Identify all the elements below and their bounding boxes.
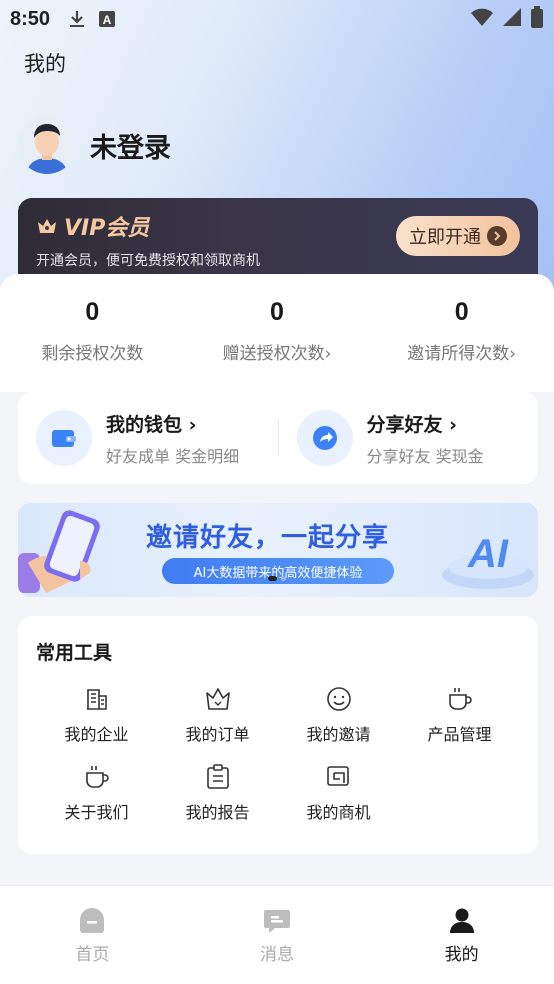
tab-label: 首页 (75, 945, 110, 965)
battery-icon (530, 5, 544, 33)
common-tools-card: 常用工具 我的企业 我的订单 我的邀请 产品管理 关于我们 我的报告 我的商机 (18, 616, 538, 854)
tool-my-opportunities[interactable]: 我的商机 (278, 763, 399, 823)
stat-label: 剩余授权次数 (41, 344, 144, 364)
profile-header[interactable]: 未登录 (18, 116, 171, 174)
banner-title: 邀请好友，一起分享 (146, 523, 390, 553)
stats-panel: 0 剩余授权次数 0 赠送授权次数› 0 邀请所得次数› (0, 274, 554, 392)
carousel-indicator (268, 576, 286, 581)
clipboard-icon (204, 763, 232, 791)
vip-open-button[interactable]: 立即开通 (396, 216, 520, 256)
tool-my-company[interactable]: 我的企业 (36, 685, 157, 745)
tab-home[interactable]: 首页 (0, 886, 185, 984)
tool-label: 我的商机 (306, 803, 371, 822)
tool-label: 我的企业 (64, 725, 129, 744)
wallet-subtitle: 好友成单 奖金明细 (106, 446, 240, 466)
page-title: 我的 (24, 52, 66, 76)
tools-title: 常用工具 (36, 642, 113, 664)
stat-label: 赠送授权次数› (222, 344, 332, 364)
bottom-tab-bar: 首页 消息 我的 (0, 885, 554, 984)
share-title: 分享好友 › (366, 413, 457, 436)
tool-label: 我的邀请 (306, 725, 371, 744)
tool-label: 我的报告 (185, 803, 250, 822)
tab-label: 消息 (260, 945, 294, 965)
tool-label: 我的订单 (185, 725, 250, 744)
user-icon (448, 908, 476, 938)
status-time: 8:50 (10, 7, 51, 30)
stat-invited[interactable]: 0 邀请所得次数› (369, 274, 554, 392)
tool-my-reports[interactable]: 我的报告 (157, 763, 278, 823)
tab-mine[interactable]: 我的 (369, 886, 554, 984)
stat-value: 0 (85, 298, 100, 326)
chevron-right-icon (487, 226, 507, 246)
share-friends-entry[interactable]: 分享好友 › 分享好友 奖现金 (279, 410, 539, 467)
cup-icon (83, 763, 111, 791)
share-subtitle: 分享好友 奖现金 (366, 446, 484, 466)
home-icon (78, 908, 106, 938)
stat-value: 0 (454, 298, 469, 326)
tool-my-invites[interactable]: 我的邀请 (278, 685, 399, 745)
avatar[interactable] (18, 116, 76, 174)
vip-open-button-label: 立即开通 (409, 227, 481, 248)
tool-about-us[interactable]: 关于我们 (36, 763, 157, 823)
wifi-icon (470, 7, 494, 32)
stat-label: 邀请所得次数› (407, 344, 517, 364)
invite-banner[interactable]: 邀请好友，一起分享 AI大数据带来的高效便捷体验 AI (18, 503, 538, 597)
wallet-icon (36, 410, 92, 466)
tools-grid: 我的企业 我的订单 我的邀请 产品管理 关于我们 我的报告 我的商机 (36, 685, 520, 823)
my-wallet-entry[interactable]: 我的钱包 › 好友成单 奖金明细 (18, 410, 278, 467)
status-bar: 8:50 A (0, 0, 554, 38)
smile-icon (325, 685, 353, 713)
ai-graphic-icon: AI (442, 532, 534, 589)
tool-product-management[interactable]: 产品管理 (399, 685, 520, 745)
cup-icon (446, 685, 474, 713)
building-icon (83, 685, 111, 713)
tool-label: 产品管理 (427, 725, 492, 744)
tab-label: 我的 (444, 945, 479, 965)
tool-my-orders[interactable]: 我的订单 (157, 685, 278, 745)
message-icon (263, 908, 291, 938)
stat-remaining: 0 剩余授权次数 (0, 274, 185, 392)
stat-value: 0 (270, 298, 284, 326)
svg-text:A: A (103, 13, 112, 27)
crown-icon (36, 217, 58, 235)
wallet-title: 我的钱包 › (106, 413, 197, 436)
signal-icon (502, 7, 522, 32)
stat-gifted[interactable]: 0 赠送授权次数› (185, 274, 370, 392)
carousel-dot (281, 576, 286, 581)
wallet-share-card: 我的钱包 › 好友成单 奖金明细 分享好友 › 分享好友 奖现金 (18, 392, 538, 484)
ai-badge: AI (467, 532, 509, 576)
username[interactable]: 未登录 (90, 126, 171, 165)
phone-hand-icon (18, 510, 100, 593)
tab-messages[interactable]: 消息 (185, 886, 370, 984)
keyboard-a-icon: A (98, 10, 116, 28)
frames-icon (325, 763, 353, 791)
download-icon (68, 9, 86, 29)
vip-title-text: VIP会员 (64, 216, 150, 241)
tool-label: 关于我们 (64, 803, 129, 822)
share-icon (296, 410, 353, 466)
carousel-dot-active (268, 576, 277, 581)
crown-outline-icon (204, 685, 232, 713)
